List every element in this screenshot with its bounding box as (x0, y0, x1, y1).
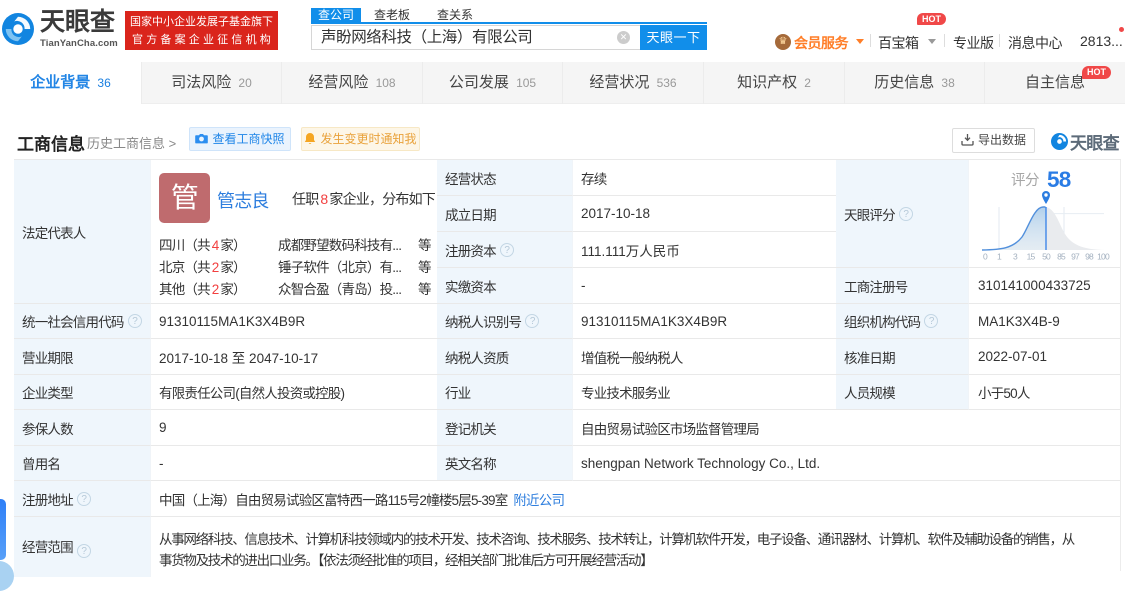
svg-text:85: 85 (1057, 252, 1066, 262)
svg-text:0: 0 (983, 252, 988, 262)
svg-text:97: 97 (1071, 252, 1080, 262)
svg-text:15: 15 (1027, 252, 1036, 262)
svg-text:3: 3 (1013, 252, 1018, 262)
svg-text:100: 100 (1097, 252, 1110, 262)
svg-text:58: 58 (1047, 167, 1071, 192)
svg-text:1: 1 (997, 252, 1002, 262)
svg-text:50: 50 (1042, 252, 1051, 262)
svg-text:评分: 评分 (1011, 172, 1039, 189)
svg-text:98: 98 (1085, 252, 1094, 262)
